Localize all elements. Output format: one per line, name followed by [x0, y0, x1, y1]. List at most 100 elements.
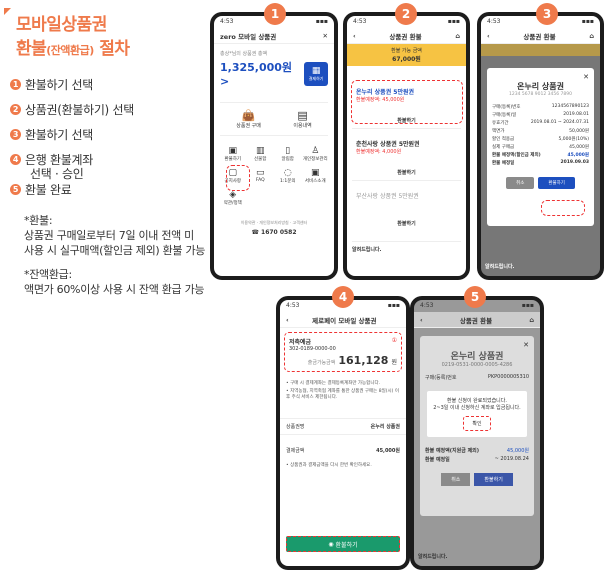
gift-icon: ▥ — [255, 146, 265, 156]
phone-screen-5: 4:53 ▪▪▪ ‹ 상품권 환불 ⌂ ✕ 온누리 상품권 0219-0531-000… — [410, 296, 544, 570]
menu-faq[interactable]: ▭ FAQ — [248, 168, 274, 184]
page-title: 모바일상품권 — [16, 15, 107, 35]
confirm-refund-button[interactable]: 환불하기 — [474, 473, 513, 486]
detail-key: 환불 예정일 — [492, 161, 515, 166]
home-icon[interactable]: ⌂ — [589, 32, 594, 40]
phone-screen-1: 4:53 ▪▪▪ zero 모바일 상품권 ✕ 총상*님의 상품권 총액 1,325… — [210, 12, 338, 280]
balance-note-body: 액면가 60%이상 사용 시 잔액 환급 가능 — [24, 283, 205, 296]
detail-key: 유효기간 — [492, 121, 509, 126]
step-badge-4: 4 — [332, 286, 354, 308]
title-corner-mark — [4, 8, 11, 15]
menu-refund[interactable]: ▣ 환불하기 — [220, 146, 246, 162]
footer-links: 이용약관 · 개인정보처리방침 · 고객센터 — [240, 220, 308, 225]
history-button[interactable]: ▤ 이용내역 — [293, 109, 311, 129]
confirm-refund-button[interactable]: 환불하기 — [538, 177, 575, 189]
balance-label: 총상*님의 상품권 총액 — [220, 51, 268, 57]
highlight-refund — [226, 165, 250, 191]
list-icon: ▤ — [297, 109, 308, 122]
home-icon[interactable]: ⌂ — [529, 316, 534, 324]
detail-row: 유효기간 2019.08.01 ~ 2024.07.31 — [492, 119, 589, 127]
close-icon[interactable]: ✕ — [425, 341, 529, 349]
phone-screen-2: 4:53 ▪▪▪ ‹ 상품권 환불 ⌂ 환불 가능 금액 67,000원 온누리 상품권… — [343, 12, 470, 280]
notice-heading: 알려드립니다. — [418, 554, 448, 560]
highlight-item — [351, 80, 463, 124]
menu-terms[interactable]: ◈ 약관/정책 — [220, 190, 246, 206]
back-icon[interactable]: ‹ — [487, 32, 490, 40]
detail-row: 할인 적용금 5,000원(10%) — [492, 135, 589, 143]
detail-row: 구매(등록)일 2019.08.01 — [492, 111, 589, 119]
menu-inquiry[interactable]: ◌ 1:1문의 — [275, 168, 301, 184]
detail-row: 구매(등록)번호 1234567890123 — [492, 103, 589, 111]
step-4-continued: 선택 · 승인 — [30, 167, 84, 181]
shield-icon: ◈ — [229, 190, 237, 200]
detail-value: 50,000원 — [569, 129, 589, 134]
info-icon: ▣ — [310, 168, 320, 178]
detail-row: 액면가 50,000원 — [492, 127, 589, 135]
refund-submit-button[interactable]: ◉ 환불하기 — [286, 536, 400, 552]
list-item[interactable]: 춘천사랑 상품권 5만원권 환불예정액: 4,000원 환불하기 — [352, 135, 461, 181]
app-brand: zero 모바일 상품권 — [220, 32, 277, 41]
menu-gift[interactable]: ▥ 선물함 — [248, 146, 274, 162]
step-badge-5: 5 — [464, 286, 486, 308]
step-2: 2 상품권(환불하기) 선택 — [10, 101, 134, 118]
detail-key: 액면가 — [492, 129, 505, 134]
home-icon[interactable]: ⌂ — [455, 32, 460, 40]
refund-note-title: *환불: — [24, 214, 53, 227]
step-badge-1: 1 — [264, 3, 286, 25]
screen-title: 상품권 환불 — [389, 32, 422, 41]
balance-amount[interactable]: 1,325,000원 > — [220, 59, 304, 88]
detail-value: 45,000원 — [567, 153, 589, 158]
detail-key: 할인 적용금 — [492, 137, 515, 142]
detail-key: 실제 구매금 — [492, 145, 515, 150]
close-icon[interactable]: ✕ — [323, 32, 328, 40]
back-icon[interactable]: ‹ — [420, 316, 423, 324]
list-item[interactable]: 부산사랑 상품권 5만원권 환불하기 — [352, 187, 461, 231]
back-icon[interactable]: ‹ — [353, 32, 356, 40]
refund-icon: ◉ — [328, 540, 336, 548]
cancel-button[interactable]: 취소 — [441, 473, 471, 486]
step-5: 5 환불 완료 — [10, 181, 72, 198]
notice-heading: 알려드립니다. — [485, 264, 515, 270]
phone-screen-3: 4:53 ▪▪▪ ‹ 상품권 환불 ⌂ ✕ 온누리 상품권 1234 5678 901… — [477, 12, 604, 280]
bag-icon: 👜 — [241, 109, 256, 122]
menu-alert[interactable]: ▯ 알림함 — [275, 146, 301, 162]
detail-value: 2019.09.03 — [560, 160, 589, 165]
detail-key: 환불 예정액(할인금 제외) — [492, 153, 541, 158]
notice-heading: 알려드립니다. — [352, 241, 461, 253]
refund-button[interactable]: 환불하기 — [356, 169, 457, 176]
detail-value: 5,000원(10%) — [558, 137, 589, 142]
menu-about[interactable]: ▣ 서비스소개 — [303, 168, 329, 184]
detail-row: 실제 구매금 45,000원 — [492, 143, 589, 151]
cancel-button[interactable]: 취소 — [506, 177, 535, 189]
detail-value: 45,000원 — [569, 145, 589, 150]
back-icon[interactable]: ‹ — [286, 316, 289, 324]
refund-available-banner: 환불 가능 금액 67,000원 — [347, 44, 466, 66]
bank-account-card[interactable]: 저축예금 ① 302-0189-0000-00 출금가능금액 161,128 원 — [284, 332, 402, 372]
close-icon[interactable]: ✕ — [492, 73, 589, 81]
refund-icon: ▣ — [228, 146, 237, 156]
step-1: 1 환불하기 선택 — [10, 76, 93, 93]
detail-row: 환불 예정액(할인금 제외) 45,000원 — [492, 151, 589, 159]
phone-number[interactable]: ☎ 1670 0582 — [220, 229, 328, 236]
highlight-confirm — [541, 200, 585, 216]
buy-button[interactable]: 👜 상품권 구매 — [236, 109, 261, 129]
detail-value: 2019.08.01 ~ 2024.07.31 — [530, 120, 589, 125]
faq-icon: ▭ — [255, 168, 265, 178]
completion-dialog: 환불 신청이 완료되었습니다. 2~3일 이내 신청하신 계좌로 입금됩니다. … — [427, 391, 527, 437]
detail-key: 구매(등록)번호 — [492, 105, 521, 110]
chat-icon: ◌ — [283, 168, 292, 178]
ok-button[interactable]: 확인 — [463, 416, 491, 431]
refund-button[interactable]: 환불하기 — [356, 220, 457, 227]
refund-result-modal: ✕ 온누리 상품권 0219-0531-0000-0005-4286 구매(등록… — [420, 336, 534, 516]
book-icon: ▯ — [285, 146, 291, 156]
qr-icon: ▦ — [311, 65, 321, 76]
step-badge-3: 3 — [536, 3, 558, 25]
step-3: 3 환불하기 선택 — [10, 126, 93, 143]
detail-key: 구매(등록)일 — [492, 113, 517, 118]
step-badge-2: 2 — [395, 3, 417, 25]
balance-note-title: *잔액환급: — [24, 268, 72, 281]
qr-pay-button[interactable]: ▦ 결제하기 — [304, 61, 328, 86]
detail-row: 환불 예정일 2019.09.03 — [492, 159, 589, 167]
person-icon: ♙ — [311, 146, 320, 156]
menu-privacy[interactable]: ♙ 개인정보관리 — [303, 146, 329, 162]
